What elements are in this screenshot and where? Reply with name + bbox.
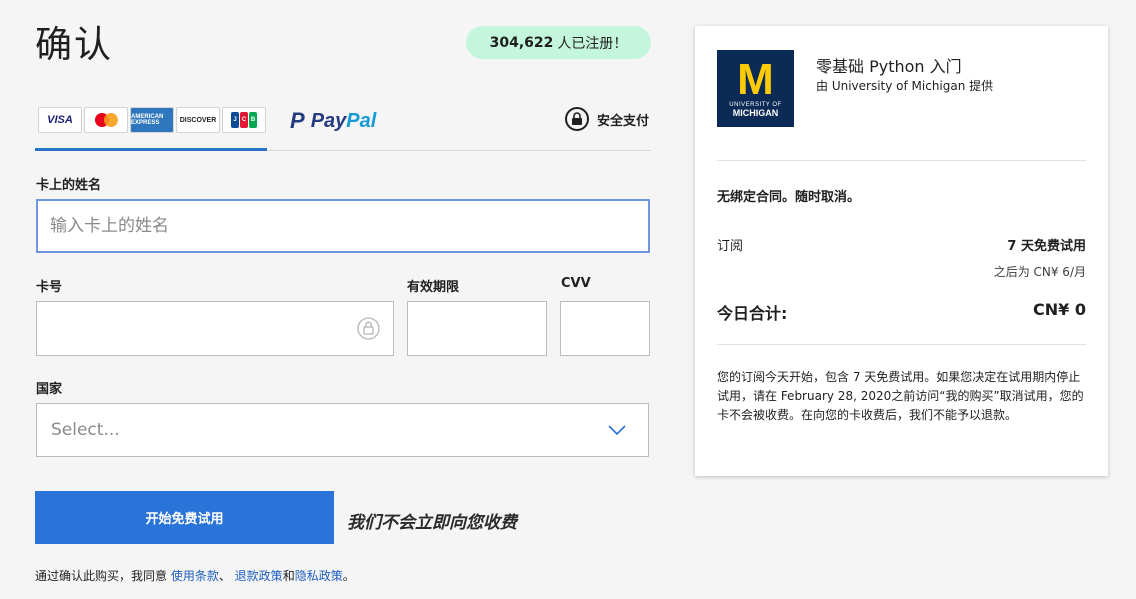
cvv-label: CVV	[561, 276, 591, 291]
course-provider: 由 University of Michigan 提供	[816, 79, 994, 93]
card-lock-icon	[357, 317, 380, 344]
tab-credit-card[interactable]: VISA AMERICAN EXPRESS DISCOVER JCB	[35, 100, 267, 151]
total-today-label: 今日合计:	[717, 304, 788, 323]
discover-icon: DISCOVER	[176, 107, 220, 133]
tab-paypal[interactable]: P PayPal	[290, 108, 376, 134]
mastercard-icon	[84, 107, 128, 133]
start-free-trial-button[interactable]: 开始免费试用	[35, 491, 334, 544]
total-today-value: CN¥ 0	[1033, 300, 1086, 319]
name-on-card-label: 卡上的姓名	[36, 178, 102, 193]
secure-payment-label: 安全支付	[596, 113, 649, 129]
paypal-icon: P	[290, 108, 305, 133]
enrollment-badge: 304,622 人已注册！	[466, 26, 651, 59]
subscription-value: 7 天免费试用	[1007, 239, 1086, 254]
divider	[717, 160, 1086, 161]
chevron-down-icon	[608, 420, 626, 440]
terms-of-use-link[interactable]: 使用条款	[171, 569, 219, 583]
secure-payment: 安全支付	[564, 107, 649, 131]
order-summary-card: M UNIVERSITY OF MICHIGAN 零基础 Python 入门 由…	[695, 26, 1108, 476]
no-contract-note: 无绑定合同。随时取消。	[717, 190, 861, 205]
terms-agreement: 通过确认此购买，我同意 使用条款、 退款政策和隐私政策。	[35, 569, 355, 583]
paypal-wordmark: PayPal	[310, 109, 377, 132]
visa-icon: VISA	[38, 107, 82, 133]
card-number-label: 卡号	[36, 280, 63, 295]
lock-icon	[564, 107, 589, 131]
cvv-input[interactable]	[560, 301, 650, 356]
enrollment-count: 304,622	[489, 34, 554, 51]
after-trial-price: 之后为 CN¥ 6/月	[993, 265, 1086, 279]
country-label: 国家	[36, 382, 63, 397]
university-of-michigan-logo: M UNIVERSITY OF MICHIGAN	[717, 50, 794, 127]
refund-policy-link[interactable]: 退款政策	[235, 569, 283, 583]
page-title: 确认	[35, 23, 113, 66]
trial-policy-text: 您的订阅今天开始，包含 7 天免费试用。如果您决定在试用期内停止试用，请在 Fe…	[717, 370, 1084, 422]
divider	[717, 344, 1086, 345]
no-charge-note: 我们不会立即向您收费	[347, 513, 517, 533]
jcb-icon: JCB	[222, 107, 266, 133]
enrollment-text: 人已注册！	[557, 35, 628, 52]
payment-method-tabs: VISA AMERICAN EXPRESS DISCOVER JCB P Pay…	[35, 100, 651, 151]
country-select[interactable]: Select...	[36, 403, 649, 457]
expiry-input[interactable]	[407, 301, 547, 356]
amex-icon: AMERICAN EXPRESS	[130, 107, 174, 133]
card-logos: VISA AMERICAN EXPRESS DISCOVER JCB	[38, 107, 266, 133]
expiry-label: 有效期限	[407, 280, 460, 295]
privacy-policy-link[interactable]: 隐私政策	[295, 569, 343, 583]
name-on-card-input[interactable]	[36, 199, 650, 253]
country-select-value: Select...	[51, 420, 120, 440]
course-title: 零基础 Python 入门	[816, 57, 962, 76]
subscription-label: 订阅	[717, 239, 744, 254]
card-number-input[interactable]	[36, 301, 394, 356]
